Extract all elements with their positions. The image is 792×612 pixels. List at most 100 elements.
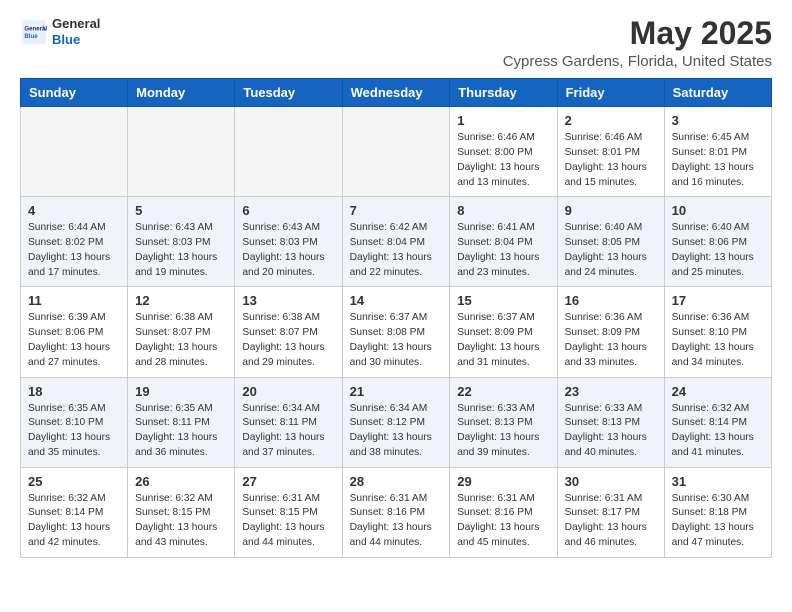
day-number: 23 (565, 384, 657, 399)
day-number: 16 (565, 293, 657, 308)
day-info: Sunrise: 6:45 AMSunset: 8:01 PMDaylight:… (672, 131, 764, 190)
day-number: 9 (565, 203, 657, 218)
day-info: Sunrise: 6:30 AMSunset: 8:18 PMDaylight:… (672, 492, 764, 551)
calendar-cell: 19 Sunrise: 6:35 AMSunset: 8:11 PMDayligh… (128, 377, 235, 467)
calendar-cell: 31 Sunrise: 6:30 AMSunset: 8:18 PMDayligh… (664, 467, 771, 557)
calendar-week-row: 18 Sunrise: 6:35 AMSunset: 8:10 PMDayligh… (21, 377, 772, 467)
day-number: 7 (350, 203, 443, 218)
calendar-cell: 6 Sunrise: 6:43 AMSunset: 8:03 PMDaylight… (235, 197, 342, 287)
day-info: Sunrise: 6:46 AMSunset: 8:00 PMDaylight:… (457, 131, 549, 190)
logo-blue-text: Blue (52, 32, 100, 48)
calendar-header-row: SundayMondayTuesdayWednesdayThursdayFrid… (21, 79, 772, 107)
day-number: 19 (135, 384, 227, 399)
day-number: 27 (242, 474, 334, 489)
day-number: 29 (457, 474, 549, 489)
calendar-cell: 30 Sunrise: 6:31 AMSunset: 8:17 PMDayligh… (557, 467, 664, 557)
day-info: Sunrise: 6:38 AMSunset: 8:07 PMDaylight:… (135, 311, 227, 370)
day-info: Sunrise: 6:31 AMSunset: 8:16 PMDaylight:… (457, 492, 549, 551)
day-number: 22 (457, 384, 549, 399)
day-number: 30 (565, 474, 657, 489)
calendar-cell: 11 Sunrise: 6:39 AMSunset: 8:06 PMDayligh… (21, 287, 128, 377)
day-number: 1 (457, 113, 549, 128)
calendar-table: SundayMondayTuesdayWednesdayThursdayFrid… (20, 78, 772, 558)
calendar-cell (342, 107, 450, 197)
day-number: 13 (242, 293, 334, 308)
day-number: 31 (672, 474, 764, 489)
day-info: Sunrise: 6:38 AMSunset: 8:07 PMDaylight:… (242, 311, 334, 370)
day-of-week-header: Wednesday (342, 79, 450, 107)
day-number: 4 (28, 203, 120, 218)
day-info: Sunrise: 6:35 AMSunset: 8:11 PMDaylight:… (135, 402, 227, 461)
day-info: Sunrise: 6:39 AMSunset: 8:06 PMDaylight:… (28, 311, 120, 370)
day-info: Sunrise: 6:32 AMSunset: 8:14 PMDaylight:… (672, 402, 764, 461)
day-info: Sunrise: 6:44 AMSunset: 8:02 PMDaylight:… (28, 221, 120, 280)
calendar-cell: 16 Sunrise: 6:36 AMSunset: 8:09 PMDayligh… (557, 287, 664, 377)
day-number: 25 (28, 474, 120, 489)
calendar-cell: 14 Sunrise: 6:37 AMSunset: 8:08 PMDayligh… (342, 287, 450, 377)
calendar-cell: 7 Sunrise: 6:42 AMSunset: 8:04 PMDaylight… (342, 197, 450, 287)
logo: General Blue General Blue (20, 16, 100, 47)
calendar-week-row: 25 Sunrise: 6:32 AMSunset: 8:14 PMDayligh… (21, 467, 772, 557)
day-info: Sunrise: 6:37 AMSunset: 8:08 PMDaylight:… (350, 311, 443, 370)
calendar-cell: 15Sunrise: 6:37 AMSunset: 8:09 PMDayligh… (450, 287, 557, 377)
day-info: Sunrise: 6:35 AMSunset: 8:10 PMDaylight:… (28, 402, 120, 461)
day-number: 15 (457, 293, 549, 308)
calendar-cell: 21Sunrise: 6:34 AMSunset: 8:12 PMDayligh… (342, 377, 450, 467)
day-of-week-header: Monday (128, 79, 235, 107)
day-number: 26 (135, 474, 227, 489)
day-info: Sunrise: 6:34 AMSunset: 8:11 PMDaylight:… (242, 402, 334, 461)
day-info: Sunrise: 6:46 AMSunset: 8:01 PMDaylight:… (565, 131, 657, 190)
calendar-cell: 12 Sunrise: 6:38 AMSunset: 8:07 PMDayligh… (128, 287, 235, 377)
day-number: 20 (242, 384, 334, 399)
calendar-cell: 28 Sunrise: 6:31 AMSunset: 8:16 PMDayligh… (342, 467, 450, 557)
calendar-cell: 2 Sunrise: 6:46 AMSunset: 8:01 PMDaylight… (557, 107, 664, 197)
day-info: Sunrise: 6:40 AMSunset: 8:06 PMDaylight:… (672, 221, 764, 280)
calendar-cell: 9Sunrise: 6:40 AMSunset: 8:05 PMDaylight… (557, 197, 664, 287)
day-of-week-header: Thursday (450, 79, 557, 107)
day-number: 18 (28, 384, 120, 399)
day-info: Sunrise: 6:32 AMSunset: 8:14 PMDaylight:… (28, 492, 120, 551)
calendar-week-row: 11 Sunrise: 6:39 AMSunset: 8:06 PMDayligh… (21, 287, 772, 377)
day-info: Sunrise: 6:31 AMSunset: 8:16 PMDaylight:… (350, 492, 443, 551)
day-info: Sunrise: 6:34 AMSunset: 8:12 PMDaylight:… (350, 402, 443, 461)
day-info: Sunrise: 6:36 AMSunset: 8:10 PMDaylight:… (672, 311, 764, 370)
sub-title: Cypress Gardens, Florida, United States (503, 53, 772, 70)
day-number: 17 (672, 293, 764, 308)
calendar-cell: 23 Sunrise: 6:33 AMSunset: 8:13 PMDayligh… (557, 377, 664, 467)
calendar-week-row: 1 Sunrise: 6:46 AMSunset: 8:00 PMDaylight… (21, 107, 772, 197)
day-info: Sunrise: 6:33 AMSunset: 8:13 PMDaylight:… (565, 402, 657, 461)
calendar-cell: 8 Sunrise: 6:41 AMSunset: 8:04 PMDaylight… (450, 197, 557, 287)
calendar-cell: 25 Sunrise: 6:32 AMSunset: 8:14 PMDayligh… (21, 467, 128, 557)
day-info: Sunrise: 6:31 AMSunset: 8:15 PMDaylight:… (242, 492, 334, 551)
day-info: Sunrise: 6:41 AMSunset: 8:04 PMDaylight:… (457, 221, 549, 280)
day-number: 12 (135, 293, 227, 308)
logo-icon: General Blue (20, 18, 48, 46)
day-number: 10 (672, 203, 764, 218)
day-info: Sunrise: 6:42 AMSunset: 8:04 PMDaylight:… (350, 221, 443, 280)
calendar-cell: 1 Sunrise: 6:46 AMSunset: 8:00 PMDaylight… (450, 107, 557, 197)
title-area: May 2025 Cypress Gardens, Florida, Unite… (503, 16, 772, 70)
day-number: 28 (350, 474, 443, 489)
calendar-cell: 17 Sunrise: 6:36 AMSunset: 8:10 PMDayligh… (664, 287, 771, 377)
calendar-cell: 27 Sunrise: 6:31 AMSunset: 8:15 PMDayligh… (235, 467, 342, 557)
calendar-cell: 4 Sunrise: 6:44 AMSunset: 8:02 PMDaylight… (21, 197, 128, 287)
day-number: 24 (672, 384, 764, 399)
calendar-cell: 3 Sunrise: 6:45 AMSunset: 8:01 PMDaylight… (664, 107, 771, 197)
day-info: Sunrise: 6:36 AMSunset: 8:09 PMDaylight:… (565, 311, 657, 370)
calendar-cell: 26Sunrise: 6:32 AMSunset: 8:15 PMDayligh… (128, 467, 235, 557)
day-number: 14 (350, 293, 443, 308)
day-number: 2 (565, 113, 657, 128)
day-number: 3 (672, 113, 764, 128)
day-number: 8 (457, 203, 549, 218)
calendar-cell: 22Sunrise: 6:33 AMSunset: 8:13 PMDayligh… (450, 377, 557, 467)
day-info: Sunrise: 6:43 AMSunset: 8:03 PMDaylight:… (242, 221, 334, 280)
day-number: 11 (28, 293, 120, 308)
day-of-week-header: Tuesday (235, 79, 342, 107)
day-of-week-header: Friday (557, 79, 664, 107)
day-of-week-header: Sunday (21, 79, 128, 107)
calendar-week-row: 4 Sunrise: 6:44 AMSunset: 8:02 PMDaylight… (21, 197, 772, 287)
day-info: Sunrise: 6:31 AMSunset: 8:17 PMDaylight:… (565, 492, 657, 551)
page-header: General Blue General Blue May 2025 Cypre… (20, 16, 772, 70)
calendar-cell: 29 Sunrise: 6:31 AMSunset: 8:16 PMDayligh… (450, 467, 557, 557)
day-number: 6 (242, 203, 334, 218)
